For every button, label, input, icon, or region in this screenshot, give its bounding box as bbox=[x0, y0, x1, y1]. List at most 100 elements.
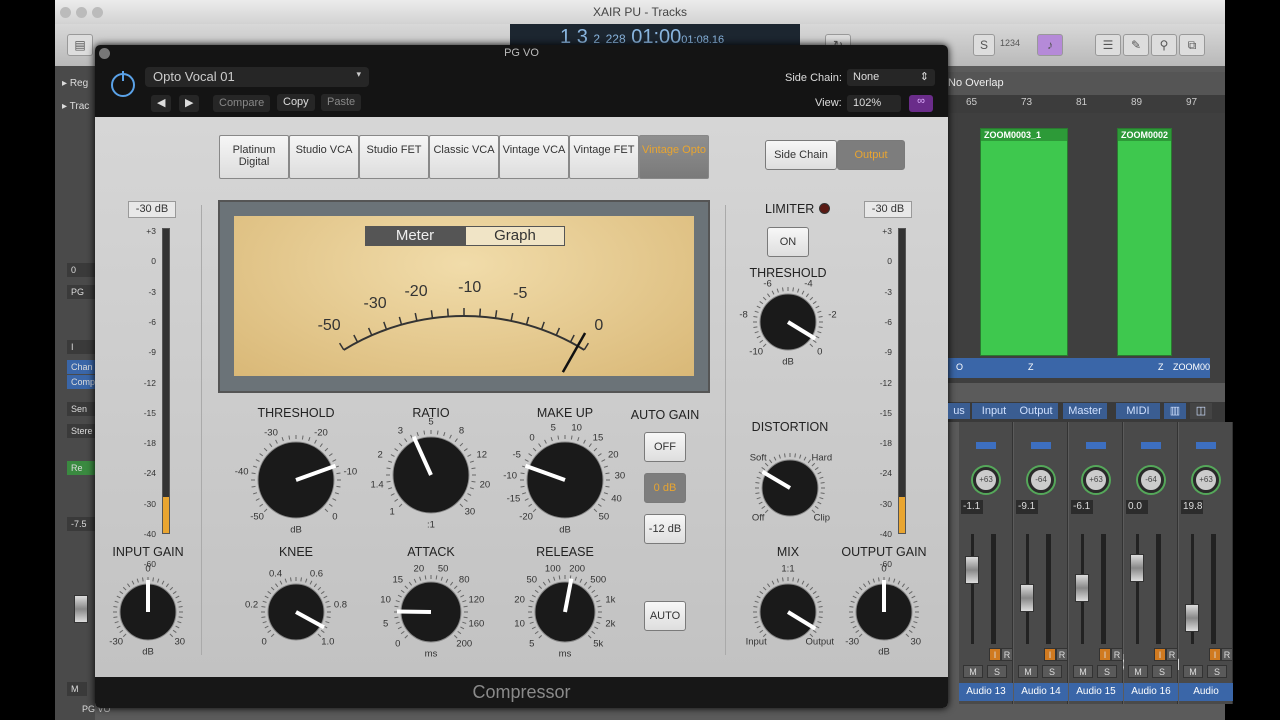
ratio-knob[interactable] bbox=[386, 430, 476, 515]
output-peak-display[interactable]: -30 dB bbox=[864, 201, 912, 218]
solo-button[interactable]: S bbox=[1097, 665, 1117, 678]
record-enable-button[interactable]: R bbox=[1056, 648, 1068, 661]
solo-button[interactable]: S bbox=[987, 665, 1007, 678]
side-chain-select[interactable]: None ⇕ bbox=[847, 69, 935, 86]
input-monitor-button[interactable]: I bbox=[1154, 648, 1166, 661]
mix-knob[interactable] bbox=[753, 577, 823, 642]
mixer-tab-output[interactable]: Output bbox=[1014, 403, 1058, 419]
loop-browser-button[interactable]: ⚲ bbox=[1151, 34, 1177, 56]
input-gain-knob[interactable] bbox=[113, 577, 183, 642]
model-studio-fet[interactable]: Studio FET bbox=[359, 135, 429, 179]
input-slot[interactable] bbox=[1141, 442, 1161, 449]
compressor-slot[interactable]: Comp bbox=[67, 375, 97, 389]
region-lane[interactable]: O Z Z ZOOM00 bbox=[948, 358, 1210, 378]
power-icon[interactable] bbox=[111, 71, 135, 97]
previous-preset-button[interactable]: ◀ bbox=[151, 95, 172, 112]
setting-slot[interactable]: PG bbox=[67, 285, 97, 299]
compare-button[interactable]: Compare bbox=[213, 95, 271, 112]
model-vintage-vca[interactable]: Vintage VCA bbox=[499, 135, 569, 179]
metronome-button[interactable]: ♪ bbox=[1037, 34, 1063, 56]
pan-knob[interactable]: +63 bbox=[1193, 467, 1219, 493]
volume-fader[interactable] bbox=[965, 556, 979, 584]
input-monitor-button[interactable]: I bbox=[989, 648, 1001, 661]
mixer-tab-midi[interactable]: MIDI bbox=[1116, 403, 1160, 419]
zoom-window-button[interactable] bbox=[92, 7, 103, 18]
audio-region[interactable]: ZOOM0002 bbox=[1117, 128, 1172, 356]
list-editors-button[interactable]: ☰ bbox=[1095, 34, 1121, 56]
preset-select[interactable]: Opto Vocal 01 ▾ bbox=[145, 67, 369, 87]
model-vintage-opto[interactable]: Vintage Opto bbox=[639, 135, 709, 179]
next-preset-button[interactable]: ▶ bbox=[179, 95, 200, 112]
ruler[interactable]: 65 73 81 89 97 bbox=[948, 95, 1225, 113]
input-slot[interactable] bbox=[976, 442, 996, 449]
output-slot[interactable]: Stere bbox=[67, 424, 97, 438]
threshold-knob[interactable] bbox=[251, 435, 341, 520]
solo-button[interactable]: S bbox=[1042, 665, 1062, 678]
close-window-button[interactable] bbox=[60, 7, 71, 18]
volume-fader[interactable] bbox=[74, 595, 88, 623]
model-studio-vca[interactable]: Studio VCA bbox=[289, 135, 359, 179]
model-platinum-digital[interactable]: Platinum Digital bbox=[219, 135, 289, 179]
record-enable-button[interactable]: R bbox=[1221, 648, 1233, 661]
sends-slot[interactable]: Sen bbox=[67, 402, 97, 416]
notepad-button[interactable]: ✎ bbox=[1123, 34, 1149, 56]
input-monitor-button[interactable]: I bbox=[1209, 648, 1221, 661]
link-icon[interactable]: ∞ bbox=[909, 95, 933, 112]
io-button[interactable]: I bbox=[67, 340, 97, 354]
pan-knob[interactable]: +63 bbox=[1083, 467, 1109, 493]
pan-knob[interactable]: +63 bbox=[973, 467, 999, 493]
output-view-button[interactable]: Output bbox=[837, 140, 905, 170]
volume-fader[interactable] bbox=[1075, 574, 1089, 602]
region-inspector-toggle[interactable]: ▸ Reg bbox=[62, 78, 88, 89]
drag-mode-select[interactable]: No Overlap bbox=[948, 77, 1004, 89]
mute-button[interactable]: M bbox=[1128, 665, 1148, 678]
mute-button[interactable]: M bbox=[1073, 665, 1093, 678]
mute-button[interactable]: M bbox=[1183, 665, 1203, 678]
tracks-view-icon[interactable]: ◫ bbox=[1190, 403, 1212, 419]
track-inspector-toggle[interactable]: ▸ Trac bbox=[62, 101, 89, 112]
limiter-threshold-knob[interactable] bbox=[753, 287, 823, 352]
mixer-tab-input[interactable]: Input bbox=[972, 403, 1016, 419]
view-zoom-select[interactable]: 102% bbox=[847, 95, 901, 112]
record-enable-button[interactable]: R bbox=[1166, 648, 1178, 661]
copy-button[interactable]: Copy bbox=[277, 94, 315, 111]
automation-mode[interactable]: Re bbox=[67, 461, 97, 475]
channel-eq-slot[interactable]: Chan bbox=[67, 360, 97, 374]
record-enable-button[interactable]: R bbox=[1111, 648, 1123, 661]
auto-button[interactable]: AUTO bbox=[644, 601, 686, 631]
auto-gain-0-db-button[interactable]: 0 dB bbox=[644, 473, 686, 503]
volume-fader[interactable] bbox=[1020, 584, 1034, 612]
model-vintage-fet[interactable]: Vintage FET bbox=[569, 135, 639, 179]
volume-fader[interactable] bbox=[1185, 604, 1199, 632]
input-slot[interactable] bbox=[1196, 442, 1216, 449]
distortion-knob[interactable] bbox=[755, 453, 825, 518]
solo-button[interactable]: S bbox=[973, 34, 995, 56]
count-in-button[interactable]: 1234 bbox=[1000, 38, 1020, 48]
input-monitor-button[interactable]: I bbox=[1099, 648, 1111, 661]
limiter-on-button[interactable]: ON bbox=[767, 227, 809, 257]
paste-button[interactable]: Paste bbox=[321, 94, 362, 111]
release-knob[interactable] bbox=[528, 575, 602, 644]
makeup-knob[interactable] bbox=[520, 435, 610, 520]
solo-button[interactable]: S bbox=[1207, 665, 1227, 678]
record-enable-button[interactable]: R bbox=[1001, 648, 1013, 661]
knee-knob[interactable] bbox=[261, 577, 331, 642]
input-slot[interactable] bbox=[1031, 442, 1051, 449]
output-gain-knob[interactable] bbox=[849, 577, 919, 642]
volume-fader[interactable] bbox=[1130, 554, 1144, 582]
pan-knob[interactable]: -64 bbox=[1138, 467, 1164, 493]
auto-gain-off-button[interactable]: OFF bbox=[644, 432, 686, 462]
input-slot[interactable] bbox=[1086, 442, 1106, 449]
audio-region[interactable]: ZOOM0003_1 bbox=[980, 128, 1068, 356]
input-peak-display[interactable]: -30 dB bbox=[128, 201, 176, 218]
mixer-tab-us[interactable]: us bbox=[948, 403, 970, 419]
solo-button[interactable]: S bbox=[1152, 665, 1172, 678]
input-monitor-button[interactable]: I bbox=[1044, 648, 1056, 661]
browser-button[interactable]: ⧉ bbox=[1179, 34, 1205, 56]
side-chain-view-button[interactable]: Side Chain bbox=[765, 140, 837, 170]
mute-button[interactable]: M bbox=[67, 682, 87, 696]
pan-knob[interactable]: -64 bbox=[1028, 467, 1054, 493]
single-view-icon[interactable]: ▥ bbox=[1164, 403, 1186, 419]
attack-knob[interactable] bbox=[394, 575, 468, 644]
mute-button[interactable]: M bbox=[1018, 665, 1038, 678]
